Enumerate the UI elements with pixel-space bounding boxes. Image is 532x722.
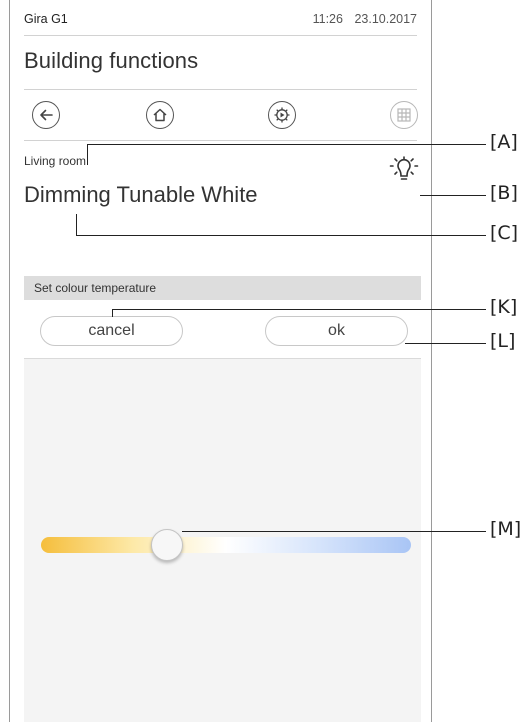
callout-line-k-vertical xyxy=(112,309,113,317)
divider xyxy=(24,35,417,36)
divider xyxy=(24,89,417,90)
home-button[interactable] xyxy=(146,101,174,129)
light-bulb-icon[interactable] xyxy=(388,155,420,195)
grid-button[interactable] xyxy=(390,101,418,129)
callout-line-c-vertical xyxy=(76,214,77,235)
ok-button[interactable]: ok xyxy=(265,316,408,346)
colour-temperature-slider[interactable] xyxy=(41,537,411,553)
callout-line-c xyxy=(76,235,486,236)
callout-label-b: [B] xyxy=(490,182,518,204)
gear-icon xyxy=(274,107,290,123)
cancel-button[interactable]: cancel xyxy=(40,316,183,346)
status-bar: Gira G1 11:26 23.10.2017 xyxy=(24,12,417,30)
room-label: Living room xyxy=(24,154,87,168)
settings-button[interactable] xyxy=(268,101,296,129)
device-name: Gira G1 xyxy=(24,12,68,26)
grid-icon xyxy=(397,108,411,122)
callout-line-a-vertical xyxy=(87,144,88,160)
callout-label-k: [K] xyxy=(490,296,518,318)
callout-line-l xyxy=(405,343,486,344)
callout-line-b xyxy=(420,195,486,196)
divider xyxy=(24,140,417,141)
callout-line-k xyxy=(112,309,486,310)
callout-label-m: [M] xyxy=(490,518,522,540)
screenshot-stage: Gira G1 11:26 23.10.2017 Building functi… xyxy=(0,0,532,722)
callout-label-a: [A] xyxy=(490,131,518,153)
callout-line-a xyxy=(87,160,88,165)
colour-temperature-dialog: Set colour temperature cancel ok xyxy=(24,276,421,722)
device-screen: Gira G1 11:26 23.10.2017 Building functi… xyxy=(9,0,432,722)
house-icon xyxy=(153,108,167,122)
dialog-header: Set colour temperature xyxy=(24,276,421,300)
dialog-title: Set colour temperature xyxy=(34,281,157,295)
page-title: Building functions xyxy=(24,48,199,73)
callout-line-m xyxy=(182,531,486,532)
back-button[interactable] xyxy=(32,101,60,129)
status-date: 23.10.2017 xyxy=(354,12,417,26)
clock: 11:26 23.10.2017 xyxy=(305,12,417,26)
callout-label-c: [C] xyxy=(490,222,519,244)
slider-handle[interactable] xyxy=(150,529,183,561)
callout-label-l: [L] xyxy=(490,330,516,352)
status-time: 11:26 xyxy=(312,12,343,26)
callout-line-a-horizontal xyxy=(87,144,486,145)
function-title: Dimming Tunable White xyxy=(24,182,258,207)
arrow-left-icon xyxy=(40,109,53,121)
